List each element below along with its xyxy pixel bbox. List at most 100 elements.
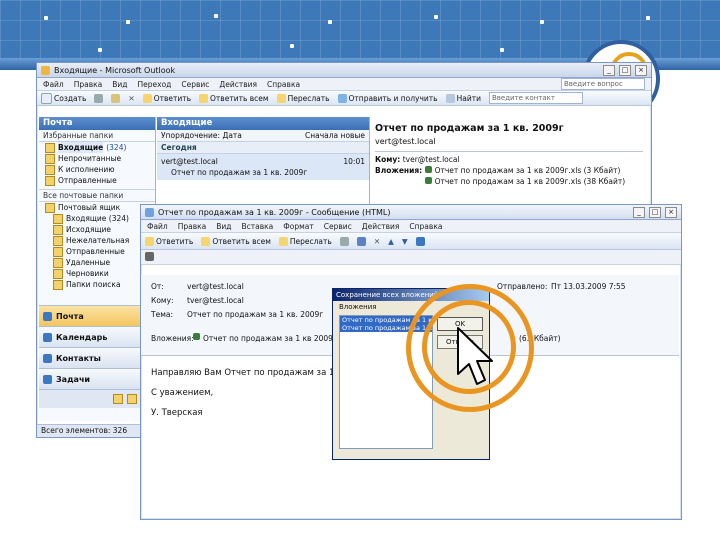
notes-icon[interactable] (113, 394, 123, 404)
prev-button[interactable]: ▲ (388, 237, 394, 246)
delete-button[interactable]: ✕ (374, 237, 380, 246)
menu-tools[interactable]: Сервис (181, 80, 209, 89)
delete-button[interactable]: ✕ (128, 94, 134, 103)
reading-attachments: Вложения: Отчет по продажам за 1 кв 2009… (375, 165, 626, 187)
reply-all-icon (201, 236, 211, 246)
message-item[interactable]: vert@test.local 10:01 Отчет по продажам … (157, 154, 369, 180)
move-button[interactable] (111, 93, 121, 103)
reply-all-button[interactable]: Ответить всем (201, 236, 271, 246)
favorite-followup[interactable]: К исполнению (39, 164, 155, 175)
reply-button[interactable]: Ответить (145, 236, 193, 246)
sort-order[interactable]: Сначала новые (305, 130, 365, 141)
send-receive-icon (337, 93, 347, 103)
attachment-link[interactable]: Отчет по продажам за 1 кв 2009г.xls (3 К… (425, 165, 625, 176)
message-toolbar-2 (141, 250, 681, 265)
folder-drafts[interactable]: Черновики (39, 268, 155, 279)
calendar-icon (43, 332, 52, 342)
forward-icon (278, 236, 288, 246)
folder-mailbox[interactable]: Почтовый ящик (39, 202, 155, 213)
contacts-icon (43, 353, 52, 363)
save-button[interactable] (356, 236, 366, 246)
folder-sent[interactable]: Отправленные (39, 246, 155, 257)
new-mail-icon (41, 92, 52, 104)
folder-deleted[interactable]: Удаленные (39, 257, 155, 268)
menu-edit[interactable]: Правка (178, 222, 207, 231)
nav-mail-button[interactable]: Почта (39, 305, 155, 326)
folder-outbox[interactable]: Исходящие (39, 224, 155, 235)
folder-icon (53, 279, 63, 290)
create-button[interactable]: Создать (41, 92, 86, 104)
reply-all-button[interactable]: Ответить всем (199, 93, 269, 103)
folder-search[interactable]: Папки поиска (39, 279, 155, 290)
menu-tools[interactable]: Сервис (324, 222, 352, 231)
menu-insert[interactable]: Вставка (242, 222, 274, 231)
menu-help[interactable]: Справка (267, 80, 300, 89)
all-folders-title: Все почтовые папки (39, 189, 155, 202)
contact-search-input[interactable]: Введите контакт (488, 92, 583, 104)
next-button[interactable]: ▼ (402, 237, 408, 246)
tasks-icon (43, 374, 52, 384)
decor-dot (98, 48, 102, 52)
nav-calendar-button[interactable]: Календарь (39, 326, 155, 347)
from-value[interactable]: vert@test.local (187, 281, 244, 292)
folder-icon (53, 213, 63, 224)
find-button[interactable]: Найти (445, 93, 481, 103)
close-button[interactable]: × (665, 206, 677, 218)
menu-actions[interactable]: Действия (219, 80, 257, 89)
maximize-button[interactable]: □ (649, 206, 661, 218)
decor-dot (214, 14, 218, 18)
attachment-item[interactable]: Отчет по продажам за 1 кв 2009г.xls (193, 333, 350, 344)
minimize-button[interactable]: _ (603, 64, 615, 76)
help-button[interactable] (415, 236, 425, 246)
menu-edit[interactable]: Правка (74, 80, 103, 89)
minimize-button[interactable]: _ (633, 206, 645, 218)
menu-actions[interactable]: Действия (362, 222, 400, 231)
menu-view[interactable]: Вид (216, 222, 231, 231)
reply-icon (145, 236, 154, 246)
folder-list-icon[interactable] (127, 394, 137, 404)
nav-tasks-button[interactable]: Задачи (39, 368, 155, 389)
message-list-columns: Упорядочение: Дата Сначала новые (157, 130, 369, 142)
reply-button[interactable]: Ответить (142, 93, 191, 103)
sent-label: Отправлено: (497, 282, 548, 291)
close-button[interactable]: × (635, 64, 647, 76)
attach-label: Вложения: (151, 334, 194, 343)
favorite-unread[interactable]: Непрочитанные (39, 153, 155, 164)
message-from: vert@test.local (161, 157, 218, 166)
menu-format[interactable]: Формат (283, 222, 313, 231)
print-icon (339, 236, 349, 246)
menu-file[interactable]: Файл (147, 222, 168, 231)
forward-button[interactable]: Переслать (276, 93, 330, 103)
print-button[interactable] (339, 236, 349, 246)
decor-dot (646, 16, 650, 20)
nav-contacts-button[interactable]: Контакты (39, 347, 155, 368)
send-receive-button[interactable]: Отправить и получить (337, 93, 438, 103)
outlook-title: Входящие - Microsoft Outlook (54, 65, 176, 75)
decor-dot (328, 20, 332, 24)
folder-icon (53, 235, 63, 246)
mouse-cursor-icon (457, 327, 493, 385)
favorite-inbox[interactable]: Входящие (324) (39, 142, 155, 153)
menu-help[interactable]: Справка (409, 222, 442, 231)
print-button[interactable] (94, 93, 104, 103)
group-header[interactable]: Сегодня (157, 142, 369, 154)
menu-go[interactable]: Переход (138, 80, 172, 89)
decor-dot (540, 20, 544, 24)
decor-dot (290, 44, 294, 48)
arrange-by[interactable]: Упорядочение: Дата (161, 130, 242, 141)
subject-label: Тема: (151, 310, 173, 319)
sender-icon (145, 252, 154, 261)
menu-view[interactable]: Вид (112, 80, 127, 89)
favorite-sent[interactable]: Отправленные (39, 175, 155, 186)
to-value[interactable]: tver@test.local (187, 295, 244, 306)
mail-icon (43, 311, 52, 321)
folder-inbox[interactable]: Входящие (324) (39, 213, 155, 224)
attachment-link[interactable]: Отчет по продажам за 1 кв 2009г.xls (38 … (425, 176, 625, 187)
help-search-input[interactable]: Введите вопрос (561, 78, 645, 90)
folder-junk[interactable]: Нежелательная (39, 235, 155, 246)
decor-dot (44, 16, 48, 20)
forward-button[interactable]: Переслать (278, 236, 332, 246)
message-titlebar: Отчет по продажам за 1 кв. 2009г - Сообщ… (141, 205, 681, 220)
menu-file[interactable]: Файл (43, 80, 64, 89)
maximize-button[interactable]: □ (619, 64, 631, 76)
